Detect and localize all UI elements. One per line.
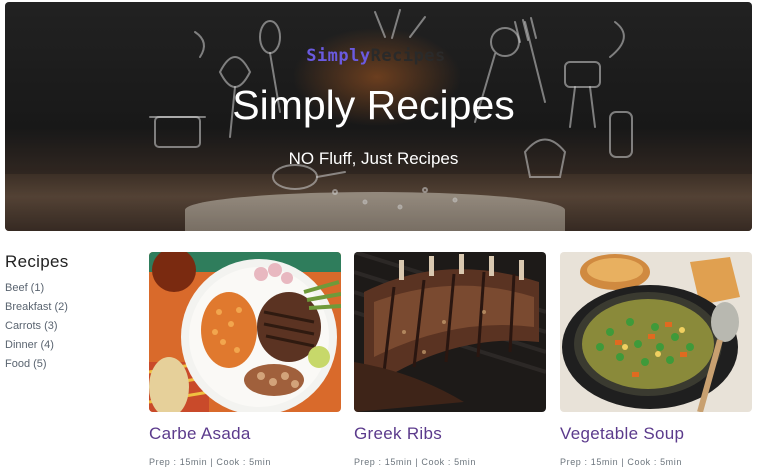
recipe-card-carbe-asada[interactable]: Carbe Asada Prep : 15min | Cook : 5min (149, 252, 341, 467)
recipe-card-greek-ribs[interactable]: Greek Ribs Prep : 15min | Cook : 5min (354, 252, 546, 467)
brand-logo-part2: Recipes (370, 46, 446, 66)
recipe-title[interactable]: Carbe Asada (149, 424, 341, 444)
sidebar-item-dinner[interactable]: Dinner (4) (5, 339, 135, 358)
recipe-meta: Prep : 15min | Cook : 5min (354, 457, 476, 467)
sidebar-item-label[interactable]: Dinner (4) (5, 339, 54, 351)
sidebar-item-food[interactable]: Food (5) (5, 358, 135, 377)
recipe-photo-greek-ribs[interactable] (354, 252, 546, 412)
carne-asada-plate-image (149, 252, 341, 412)
recipe-meta: Prep : 15min | Cook : 5min (149, 457, 271, 467)
sidebar-item-breakfast[interactable]: Breakfast (2) (5, 301, 135, 320)
sidebar-item-label[interactable]: Carrots (3) (5, 320, 58, 332)
recipe-photo-carbe-asada[interactable] (149, 252, 341, 412)
sidebar-heading: Recipes (5, 252, 69, 271)
recipe-title[interactable]: Vegetable Soup (560, 424, 752, 444)
sidebar-item-label[interactable]: Food (5) (5, 358, 47, 370)
sidebar-item-label[interactable]: Breakfast (2) (5, 301, 68, 313)
hero-subtitle: NO Fluff, Just Recipes (288, 149, 459, 168)
greek-ribs-grill-image (354, 252, 546, 412)
recipe-card-vegetable-soup[interactable]: Vegetable Soup Prep : 15min | Cook : 5mi… (560, 252, 752, 467)
sidebar-item-carrots[interactable]: Carrots (3) (5, 320, 135, 339)
vegetable-soup-bowl-image (560, 252, 752, 412)
hero-title: Simply Recipes (232, 82, 515, 128)
recipes-sidebar: Recipes Beef (1) Breakfast (2) Carrots (… (5, 252, 135, 377)
sidebar-item-label[interactable]: Beef (1) (5, 282, 44, 294)
sidebar-item-beef[interactable]: Beef (1) (5, 282, 135, 301)
recipe-meta: Prep : 15min | Cook : 5min (560, 457, 682, 467)
brand-logo-part1: Simply (306, 46, 371, 66)
recipe-photo-vegetable-soup[interactable] (560, 252, 752, 412)
recipe-title[interactable]: Greek Ribs (354, 424, 546, 444)
brand-logo[interactable]: SimplyRecipes (296, 46, 456, 66)
tag-list: Beef (1) Breakfast (2) Carrots (3) Dinne… (5, 282, 135, 377)
